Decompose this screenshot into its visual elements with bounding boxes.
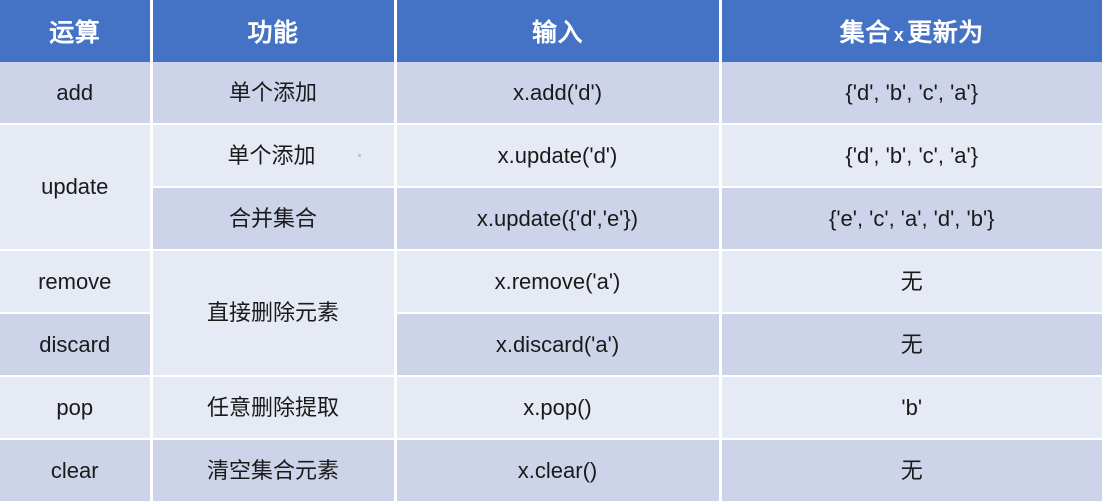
result-header-prefix: 集合	[839, 19, 891, 47]
cell-operation-pop: pop	[0, 376, 153, 440]
column-header-function: 功能	[151, 0, 397, 62]
cell-function-update-single-text: 单个添加	[227, 142, 316, 168]
column-header-input: 输入	[395, 0, 722, 62]
table-row: update 单个添加 x.update('d') {'d', 'b', 'c'…	[0, 124, 1102, 251]
cell-function-add: 单个添加	[151, 62, 397, 125]
cell-input-remove: x.remove('a')	[395, 250, 722, 314]
cell-result-add: {'d', 'b', 'c', 'a'}	[720, 62, 1102, 125]
cell-function-pop: 任意删除提取	[151, 376, 397, 440]
cell-result-pop: 'b'	[720, 376, 1102, 440]
cell-operation-remove: remove	[0, 250, 153, 314]
cell-result-clear: 无	[720, 439, 1102, 501]
cell-input-discard: x.discard('a')	[395, 313, 722, 377]
column-header-operation: 运算	[0, 0, 153, 62]
table-row: add 单个添加 x.add('d') {'d', 'b', 'c', 'a'}	[0, 62, 1102, 125]
cell-function-clear: 清空集合元素	[151, 439, 397, 501]
cell-input-update-single: x.update('d')	[395, 124, 722, 188]
cell-operation-add: add	[0, 62, 153, 125]
set-operations-table: 运算 功能 输入 集合 x 更新为 add 单个添加 x.add('d') {'d'…	[0, 0, 1102, 501]
cell-operation-clear: clear	[0, 439, 153, 501]
cell-input-pop: x.pop()	[395, 376, 722, 440]
cell-function-update-single: 单个添加	[151, 124, 397, 188]
table-row: clear 清空集合元素 x.clear() 无	[0, 439, 1102, 501]
table-row: pop 任意删除提取 x.pop() 'b'	[0, 376, 1102, 440]
table-body: add 单个添加 x.add('d') {'d', 'b', 'c', 'a'}…	[0, 62, 1102, 501]
cell-function-remove-discard: 直接删除元素	[151, 250, 397, 377]
cell-result-update-single: {'d', 'b', 'c', 'a'}	[720, 124, 1102, 188]
cell-operation-discard: discard	[0, 313, 153, 377]
cell-operation-update: update	[0, 124, 153, 251]
cell-result-remove: 无	[720, 250, 1102, 314]
cell-input-add: x.add('d')	[395, 62, 722, 125]
scan-artifact-dot	[357, 153, 361, 157]
result-header-suffix: 更新为	[907, 19, 984, 47]
result-header-variable: x	[893, 25, 905, 45]
table-row: remove 直接删除元素 x.remove('a') 无	[0, 250, 1102, 377]
cell-function-update-merge: 合并集合	[151, 187, 397, 251]
cell-input-clear: x.clear()	[395, 439, 722, 501]
table-row: 合并集合 x.update({'d','e'}) {'e', 'c', 'a',…	[0, 187, 1102, 251]
cell-input-update-merge: x.update({'d','e'})	[395, 187, 722, 251]
cell-result-discard: 无	[720, 313, 1102, 377]
cell-result-update-merge: {'e', 'c', 'a', 'd', 'b'}	[720, 187, 1102, 251]
header-row: 运算 功能 输入 集合 x 更新为	[0, 0, 1102, 62]
column-header-result: 集合 x 更新为	[720, 0, 1102, 62]
table-header: 运算 功能 输入 集合 x 更新为	[0, 0, 1102, 62]
